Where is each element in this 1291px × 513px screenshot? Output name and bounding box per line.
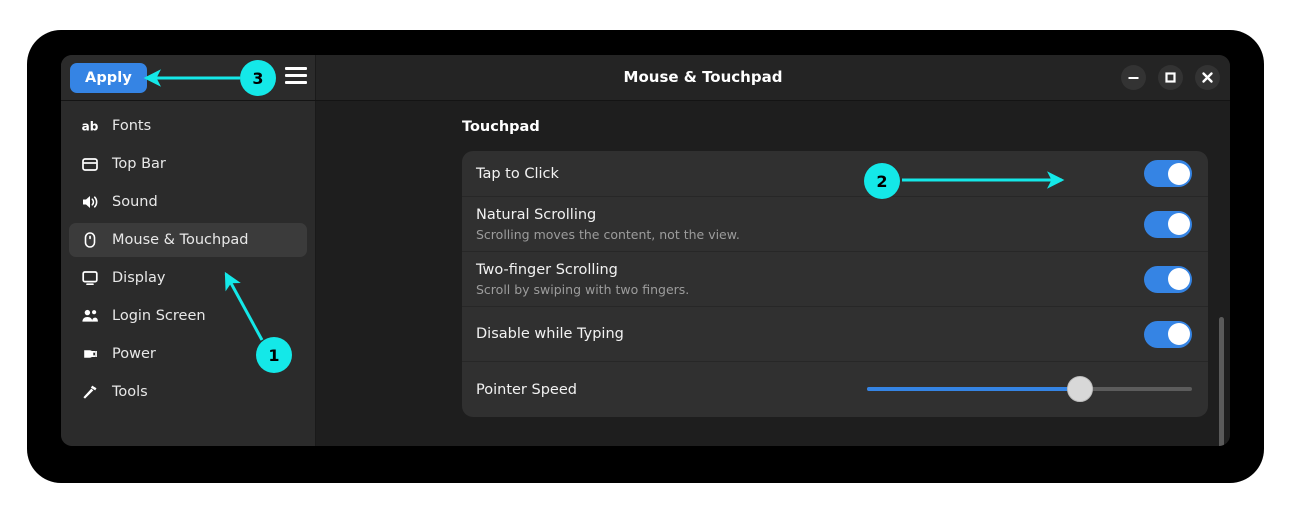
setting-row-pointer-speed: Pointer Speed [462, 362, 1208, 417]
sidebar-item-display[interactable]: Display [69, 261, 307, 295]
row-text-group: Pointer Speed [476, 371, 867, 409]
sidebar-item-label: Display [112, 270, 166, 286]
power-plug-icon [81, 345, 99, 363]
row-text-group: Disable while Typing [476, 315, 1144, 353]
toggle-knob [1167, 323, 1190, 345]
setting-row-two-finger-scrolling: Two-finger Scrolling Scroll by swiping w… [462, 252, 1208, 307]
sidebar-item-label: Power [112, 346, 156, 362]
content-scrollbar[interactable] [1219, 317, 1224, 446]
row-title: Disable while Typing [476, 326, 624, 342]
sidebar-item-label: Mouse & Touchpad [112, 232, 249, 248]
header-left-section: Apply [61, 55, 316, 100]
row-title: Pointer Speed [476, 381, 577, 398]
hamburger-menu-icon[interactable] [285, 67, 307, 87]
apply-button[interactable]: Apply [70, 62, 147, 93]
close-button[interactable] [1195, 65, 1220, 90]
sidebar-item-power[interactable]: Power [69, 337, 307, 371]
fonts-icon: ab [81, 117, 99, 135]
sidebar-item-tools[interactable]: Tools [69, 375, 307, 409]
slider-handle[interactable] [1067, 376, 1094, 402]
minimize-button[interactable] [1121, 65, 1146, 90]
natural-scrolling-toggle[interactable] [1144, 210, 1192, 238]
top-bar-icon [81, 155, 99, 173]
login-screen-icon [81, 307, 99, 325]
row-subtitle: Scroll by swiping with two fingers. [476, 281, 690, 297]
setting-row-tap-to-click: Tap to Click [462, 151, 1208, 197]
section-title: Touchpad [462, 119, 540, 135]
sidebar-item-fonts[interactable]: ab Fonts [69, 109, 307, 143]
maximize-button[interactable] [1158, 65, 1183, 90]
disable-while-typing-toggle[interactable] [1144, 320, 1192, 348]
pointer-speed-slider[interactable] [867, 376, 1192, 403]
toggle-knob [1167, 162, 1190, 185]
hamburger-line [285, 67, 307, 70]
tools-icon [81, 383, 99, 401]
minimize-icon [1128, 77, 1139, 79]
row-subtitle: Scrolling moves the content, not the vie… [476, 226, 740, 242]
window-header-bar: Apply Mouse & Touchpad [61, 55, 1230, 101]
mouse-icon [81, 231, 99, 249]
svg-text:ab: ab [82, 120, 99, 134]
setting-row-disable-while-typing: Disable while Typing [462, 307, 1208, 362]
sidebar-item-label: Fonts [112, 118, 152, 134]
sidebar-item-sound[interactable]: Sound [69, 185, 307, 219]
toggle-knob [1167, 213, 1190, 235]
tap-to-click-toggle[interactable] [1144, 160, 1192, 187]
sidebar-item-label: Tools [112, 384, 148, 400]
content-pane: Touchpad Tap to Click Natural Scrolling … [317, 101, 1230, 446]
application-window: Apply Mouse & Touchpad ab Fonts Top Bar … [61, 55, 1230, 446]
row-title: Natural Scrolling [476, 206, 597, 223]
sound-icon [81, 193, 99, 211]
two-finger-scrolling-toggle[interactable] [1144, 265, 1192, 293]
sidebar-item-top-bar[interactable]: Top Bar [69, 147, 307, 181]
slider-fill [867, 387, 1081, 391]
setting-row-natural-scrolling: Natural Scrolling Scrolling moves the co… [462, 197, 1208, 252]
row-title: Two-finger Scrolling [476, 261, 618, 278]
sidebar-item-label: Sound [112, 194, 158, 210]
row-title: Tap to Click [476, 165, 559, 182]
hamburger-line [285, 74, 307, 77]
window-title: Mouse & Touchpad [623, 68, 783, 86]
sidebar-item-label: Top Bar [112, 156, 166, 172]
close-icon [1202, 72, 1213, 83]
row-text-group: Two-finger Scrolling Scroll by swiping w… [476, 251, 1144, 308]
display-icon [81, 269, 99, 287]
sidebar-item-login-screen[interactable]: Login Screen [69, 299, 307, 333]
hamburger-line [285, 81, 307, 84]
sidebar-navigation: ab Fonts Top Bar Sound Mouse & Touchpad … [61, 101, 316, 446]
touchpad-settings-card: Tap to Click Natural Scrolling Scrolling… [462, 151, 1208, 417]
sidebar-item-mouse-touchpad[interactable]: Mouse & Touchpad [69, 223, 307, 257]
toggle-knob [1167, 268, 1190, 290]
row-text-group: Natural Scrolling Scrolling moves the co… [476, 196, 1144, 253]
sidebar-item-label: Login Screen [112, 308, 206, 324]
row-text-group: Tap to Click [476, 155, 1144, 193]
maximize-icon [1165, 72, 1176, 83]
